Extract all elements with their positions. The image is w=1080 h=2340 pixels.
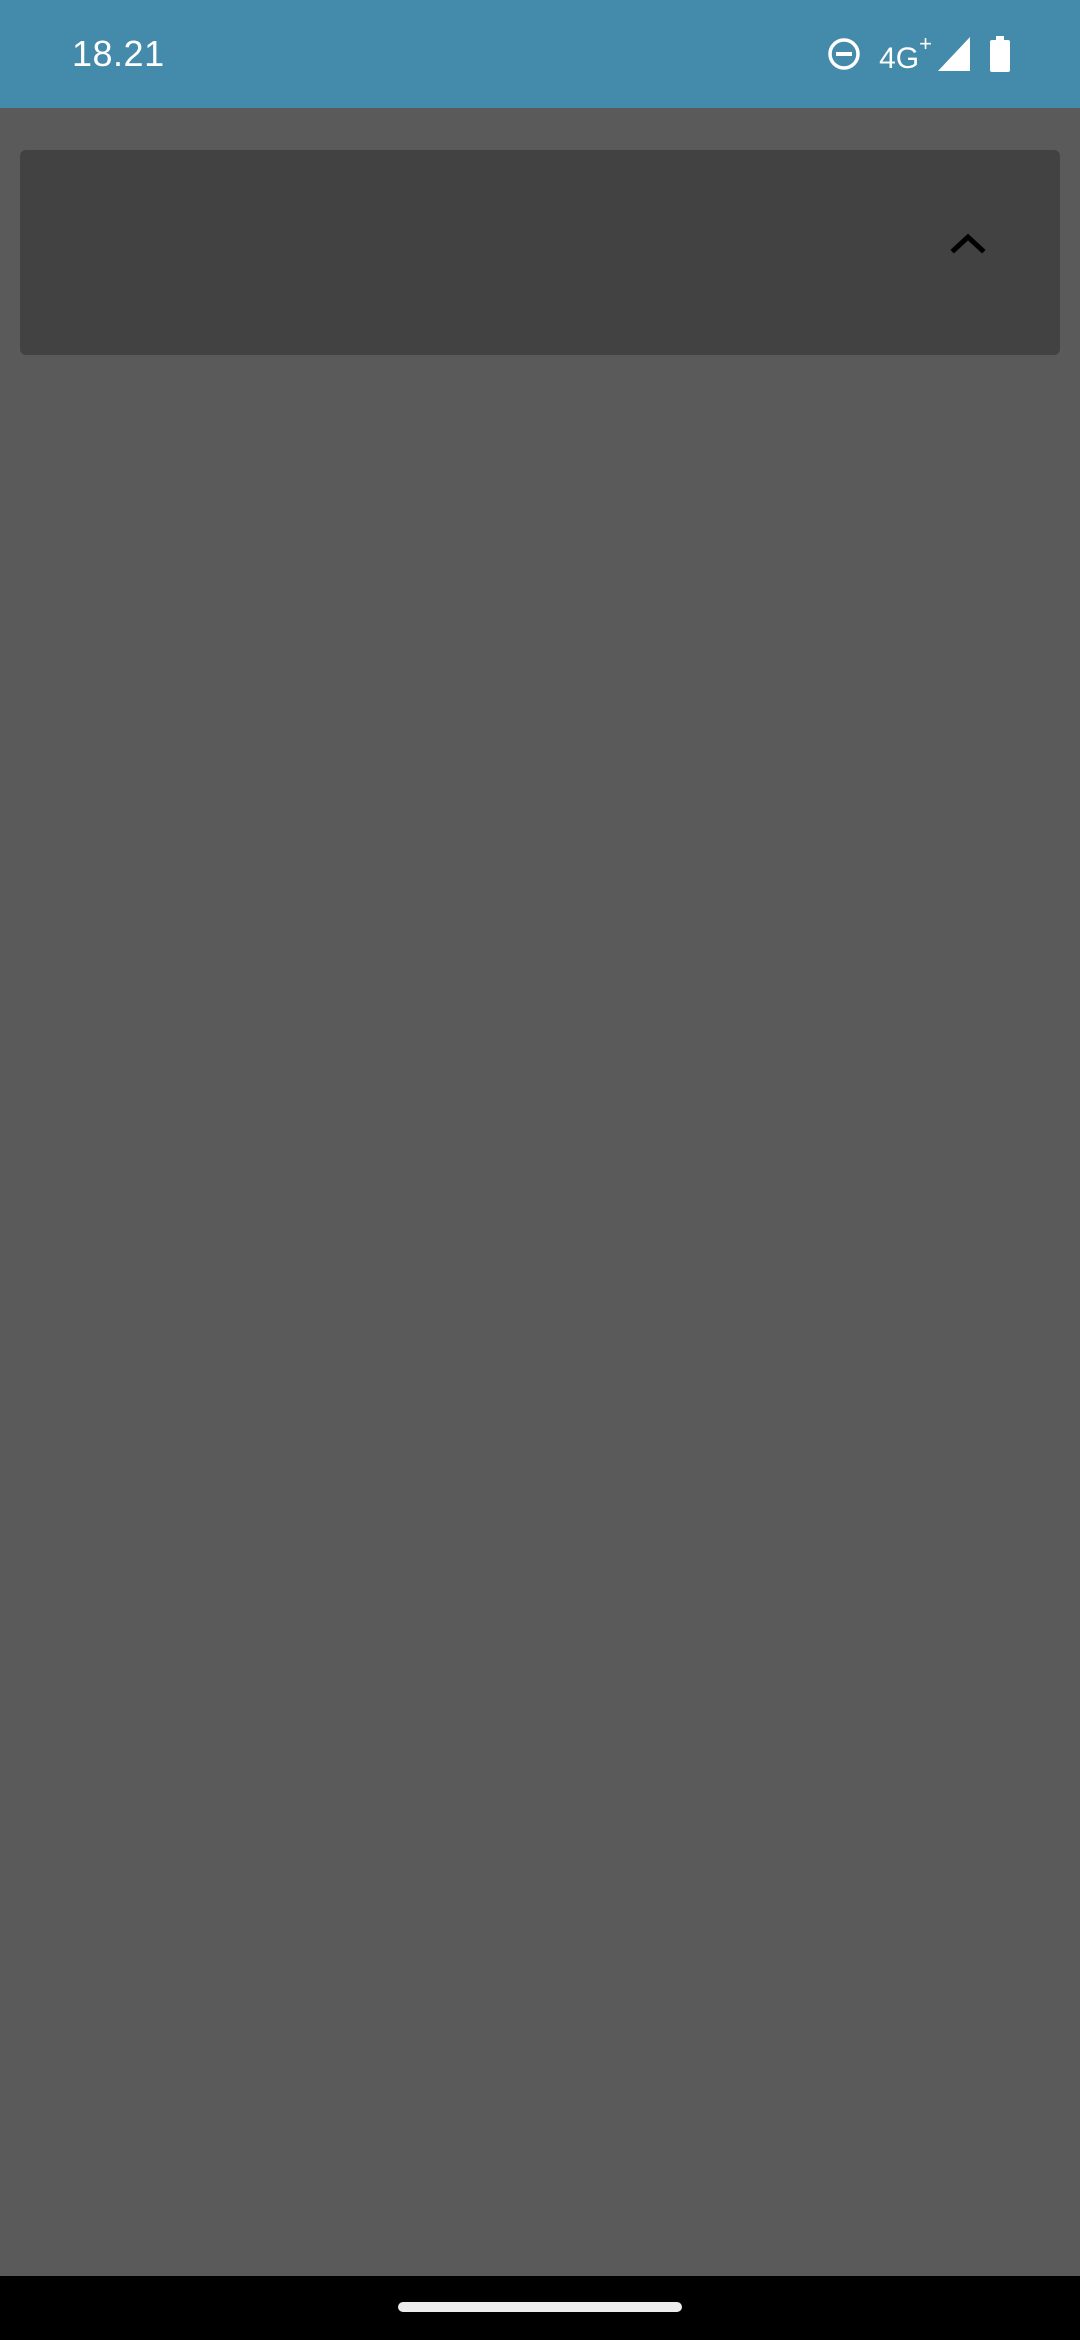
status-bar: 18.21 4G+: [0, 0, 1080, 108]
status-icons: 4G+: [827, 31, 1010, 75]
network-type-label: 4G+: [879, 30, 932, 79]
chevron-up-icon[interactable]: [946, 220, 990, 264]
navigation-bar: [0, 2276, 1080, 2340]
collapsible-panel: [20, 150, 1060, 355]
network-type-text: 4G: [879, 41, 920, 75]
battery-icon: [990, 36, 1010, 72]
signal-icon: [938, 37, 970, 71]
network-type-plus: +: [919, 30, 932, 56]
status-time: 18.21: [72, 33, 165, 74]
do-not-disturb-icon: [828, 38, 860, 70]
home-gesture-handle[interactable]: [398, 2302, 682, 2312]
